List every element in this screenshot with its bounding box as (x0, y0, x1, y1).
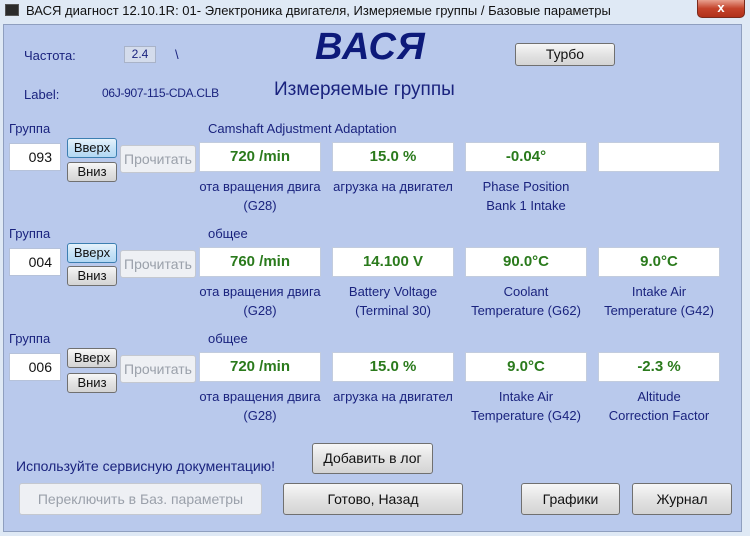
desc-line: ота вращения двига (199, 179, 321, 194)
value-desc-3: Intake Air Temperature (G42) (459, 387, 593, 425)
app-logo: ВАСЯ (315, 26, 426, 68)
desc-line: Phase Position (482, 179, 570, 194)
desc-line: ота вращения двига (199, 389, 321, 404)
app-icon (5, 4, 19, 16)
window-title: ВАСЯ диагност 12.10.1R: 01- Электроника … (26, 3, 611, 18)
value-desc-4: Altitude Correction Factor (592, 387, 726, 425)
desc-line: Coolant (503, 284, 549, 299)
group-up-button[interactable]: Вверх (67, 348, 117, 368)
value-field-3: -0.04° (465, 142, 587, 172)
value-desc-2: агрузка на двигател (326, 177, 460, 196)
graphs-button[interactable]: Графики (521, 483, 620, 515)
close-button[interactable]: x (697, 0, 745, 18)
activity-indicator: \ (175, 47, 179, 62)
desc-line: (G28) (243, 408, 277, 423)
group-read-button[interactable]: Прочитать (120, 355, 196, 383)
value-desc-2: агрузка на двигател (326, 387, 460, 406)
group-title: общее (208, 331, 248, 346)
value-desc-1: ота вращения двига (G28) (193, 387, 327, 425)
value-field-4: 9.0°C (598, 247, 720, 277)
done-back-button[interactable]: Готово, Назад (283, 483, 463, 515)
group-number-input[interactable]: 004 (9, 248, 61, 276)
desc-line: агрузка на двигател (333, 389, 453, 404)
group-up-button[interactable]: Вверх (67, 138, 117, 158)
group-down-button[interactable]: Вниз (67, 162, 117, 182)
value-desc-2: Battery Voltage (Terminal 30) (326, 282, 460, 320)
value-field-3: 90.0°C (465, 247, 587, 277)
value-field-2: 15.0 % (332, 142, 454, 172)
desc-line: Altitude (637, 389, 681, 404)
switch-basic-params-button[interactable]: Переключить в Баз. параметры (19, 483, 262, 515)
desc-line: Bank 1 Intake (486, 198, 566, 213)
add-to-log-button[interactable]: Добавить в лог (312, 443, 433, 474)
group-down-button[interactable]: Вниз (67, 266, 117, 286)
desc-line: агрузка на двигател (333, 179, 453, 194)
journal-button[interactable]: Журнал (632, 483, 732, 515)
value-field-1: 720 /min (199, 352, 321, 382)
group-label: Группа (9, 121, 51, 136)
value-field-2: 15.0 % (332, 352, 454, 382)
desc-line: (G28) (243, 303, 277, 318)
frequency-label: Частота: (24, 48, 76, 63)
desc-line: (Terminal 30) (355, 303, 431, 318)
turbo-button[interactable]: Турбо (515, 43, 615, 66)
label-file: 06J-907-115-CDA.CLB (102, 86, 219, 100)
value-field-3: 9.0°C (465, 352, 587, 382)
value-desc-4: Intake Air Temperature (G42) (592, 282, 726, 320)
value-field-2: 14.100 V (332, 247, 454, 277)
desc-line: Intake Air (631, 284, 687, 299)
value-field-1: 760 /min (199, 247, 321, 277)
group-number-input[interactable]: 006 (9, 353, 61, 381)
frequency-value: 2.4 (124, 46, 156, 63)
value-desc-3: Phase Position Bank 1 Intake (459, 177, 593, 215)
label-label: Label: (24, 87, 60, 102)
desc-line: Temperature (G62) (471, 303, 581, 318)
desc-line: ота вращения двига (199, 284, 321, 299)
page-subtitle: Измеряемые группы (274, 79, 455, 100)
group-label: Группа (9, 226, 51, 241)
desc-line: Battery Voltage (348, 284, 438, 299)
desc-line: Temperature (G42) (604, 303, 714, 318)
value-field-1: 720 /min (199, 142, 321, 172)
group-read-button[interactable]: Прочитать (120, 250, 196, 278)
value-desc-3: Coolant Temperature (G62) (459, 282, 593, 320)
title-bar: ВАСЯ диагност 12.10.1R: 01- Электроника … (0, 0, 750, 22)
group-down-button[interactable]: Вниз (67, 373, 117, 393)
desc-line: Temperature (G42) (471, 408, 581, 423)
value-field-4: -2.3 % (598, 352, 720, 382)
group-title: Camshaft Adjustment Adaptation (208, 121, 397, 136)
value-desc-1: ота вращения двига (G28) (193, 282, 327, 320)
group-up-button[interactable]: Вверх (67, 243, 117, 263)
group-title: общее (208, 226, 248, 241)
service-doc-notice: Используйте сервисную документацию! (16, 458, 276, 474)
group-label: Группа (9, 331, 51, 346)
value-desc-1: ота вращения двига (G28) (193, 177, 327, 215)
group-read-button[interactable]: Прочитать (120, 145, 196, 173)
desc-line: Correction Factor (608, 408, 710, 423)
desc-line: (G28) (243, 198, 277, 213)
value-field-4 (598, 142, 720, 172)
group-number-input[interactable]: 093 (9, 143, 61, 171)
desc-line: Intake Air (498, 389, 554, 404)
